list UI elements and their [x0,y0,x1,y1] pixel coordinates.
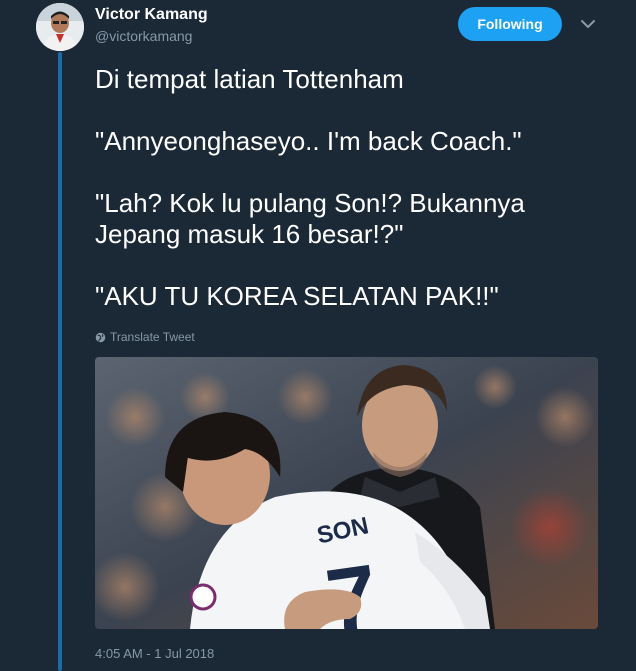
more-menu-button[interactable] [578,14,598,34]
photo-image: SON 7 [95,357,598,629]
tweet-paragraph: Di tempat latian Tottenham [95,64,404,94]
tweet-photo[interactable]: SON 7 [95,357,598,629]
tweet-paragraph: "Annyeonghaseyo.. I'm back Coach." [95,126,522,156]
thread-line [58,52,62,671]
following-button[interactable]: Following [458,7,562,41]
tweet-text: Di tempat latian Tottenham "Annyeonghase… [95,64,615,343]
translate-tweet-link[interactable]: Translate Tweet [95,330,195,344]
tweet-timestamp[interactable]: 4:05 AM - 1 Jul 2018 [95,646,214,661]
tweet-card: Victor Kamang @victorkamang Following Di… [0,0,636,671]
translate-label: Translate Tweet [110,330,195,344]
author-name[interactable]: Victor Kamang [95,6,208,24]
chevron-down-icon [581,19,595,28]
avatar-image [36,3,84,51]
author-handle[interactable]: @victorkamang [95,28,192,44]
tweet-paragraph: "AKU TU KOREA SELATAN PAK!!" [95,281,499,311]
tweet-paragraph: "Lah? Kok lu pulang Son!? Bukannya Jepan… [95,188,525,249]
globe-icon [95,332,106,342]
avatar[interactable] [36,3,84,51]
